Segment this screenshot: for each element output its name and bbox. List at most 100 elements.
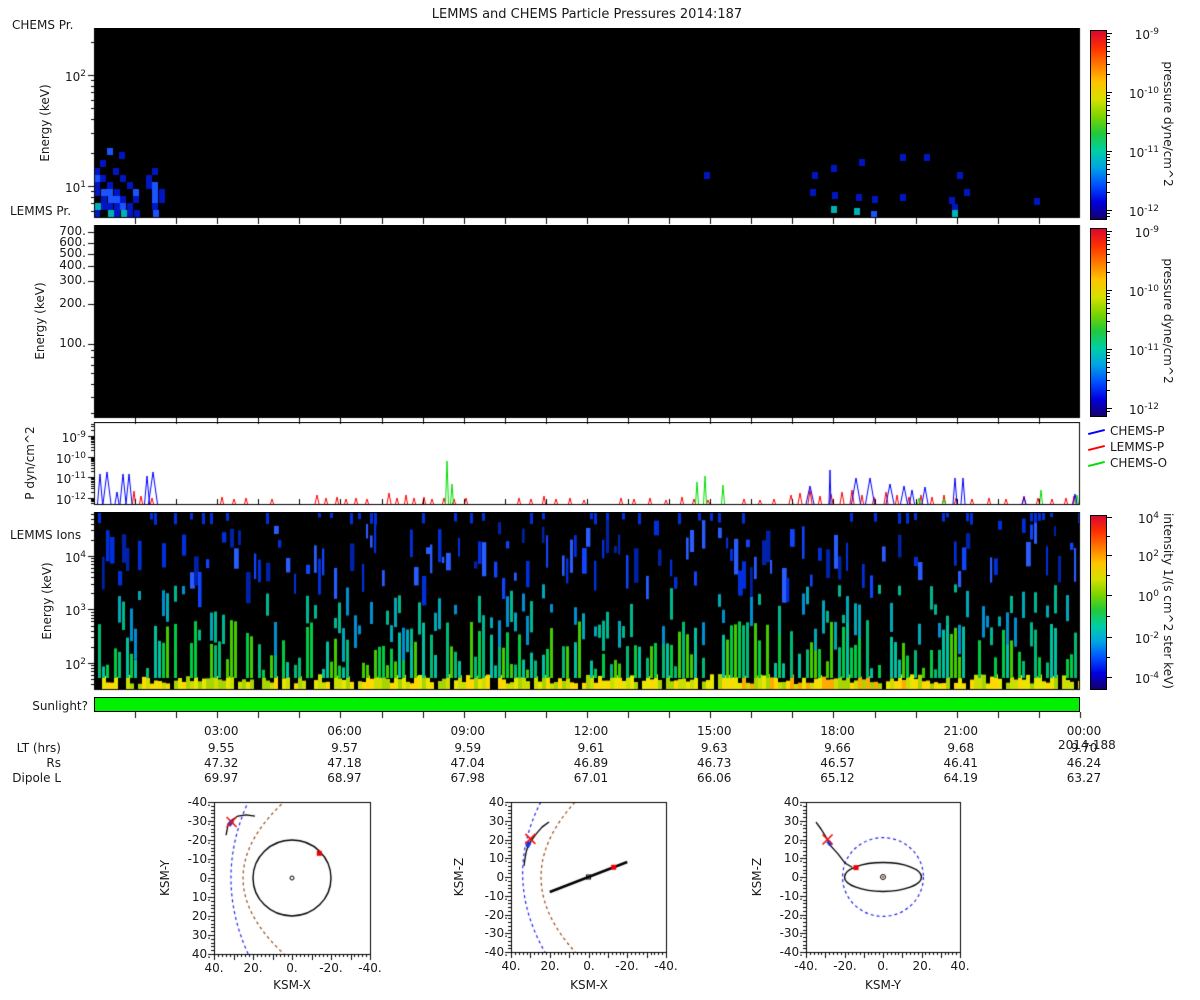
orbit-ytick: -10. xyxy=(779,889,803,903)
lt-value: 9.61 xyxy=(577,741,605,755)
lt-value: 9.70 xyxy=(1070,741,1098,755)
orbit-plot-ksmx-ksmy xyxy=(200,794,380,970)
colorbar-tick xyxy=(1107,290,1112,291)
dipole-l-value: 69.97 xyxy=(204,771,239,785)
time-hour-label: 18:00 xyxy=(820,724,855,738)
dipole-l-value: 67.01 xyxy=(573,771,609,785)
colorbar-tick xyxy=(1107,42,1110,43)
time-hour-label: 21:00 xyxy=(943,724,979,738)
colorbar-tick xyxy=(1107,74,1110,75)
pressure-line-plot xyxy=(86,422,1088,506)
orbit-ytick: 30. xyxy=(783,814,803,828)
colorbar-tick xyxy=(1107,677,1112,678)
panel4-label: LEMMS Ions xyxy=(10,528,82,542)
orbit-xtick: -40. xyxy=(654,959,678,973)
time-hour-label: 12:00 xyxy=(573,724,609,738)
p3-ytick: 10-11 xyxy=(56,471,86,486)
colorbar-tick xyxy=(1107,154,1110,155)
sunlight-label: Sunlight? xyxy=(32,699,88,713)
colorbar-tick xyxy=(1107,123,1110,124)
p4-ytick: 103 xyxy=(64,603,86,618)
cb1-tick-label: 10-12 xyxy=(1129,204,1159,219)
colorbar-tick xyxy=(1107,575,1110,576)
colorbar-tick xyxy=(1107,362,1110,363)
orbit-xtick: 40. xyxy=(950,959,970,973)
colorbar-tick xyxy=(1107,160,1110,161)
cb4-tick-label: 10-4 xyxy=(1134,671,1159,686)
panel2-label: LEMMS Pr. xyxy=(10,204,72,218)
orbit-ytick: 10. xyxy=(191,890,211,904)
colorbar-tick xyxy=(1107,157,1110,158)
colorbar2-label: pressure dyne/cm^2 xyxy=(1161,258,1175,384)
dipole-l-value: 66.06 xyxy=(697,771,732,785)
rs-value: 46.89 xyxy=(573,756,609,770)
colorbar-tick xyxy=(1107,240,1110,241)
p2-ytick: 400. xyxy=(59,258,86,272)
colorbar-tick xyxy=(1107,105,1110,106)
orbit-xtick: 20. xyxy=(540,959,560,973)
orbit-ytick: 0. xyxy=(496,870,508,884)
orbit-xtick: 20. xyxy=(243,961,263,975)
lt-value: 9.55 xyxy=(207,741,235,755)
colorbar-tick xyxy=(1107,536,1110,537)
colorbar-tick xyxy=(1107,46,1110,47)
orbit-ytick: 10. xyxy=(488,851,508,865)
sunlight-bar xyxy=(94,697,1080,712)
cb2-tick-label: 10-11 xyxy=(1129,343,1159,358)
orbit-ytick: -10. xyxy=(187,852,211,866)
colorbar-tick xyxy=(1107,51,1110,52)
colorbar-tick xyxy=(1107,372,1110,373)
colorbar-tick xyxy=(1107,95,1110,96)
legend-line-chems-p xyxy=(1088,428,1105,436)
colorbar-tick xyxy=(1107,213,1110,214)
colorbar-tick xyxy=(1107,555,1112,556)
colorbar-tick xyxy=(1107,293,1110,294)
rs-value: 47.32 xyxy=(204,756,239,770)
colorbar-tick xyxy=(1107,98,1110,99)
colorbar-tick xyxy=(1107,210,1112,211)
lt-value: 9.66 xyxy=(824,741,851,755)
cb4-tick-label: 104 xyxy=(1137,511,1159,526)
p4-ytick: 102 xyxy=(64,657,86,672)
lt-value: 9.57 xyxy=(331,741,358,755)
legend-label-chems-o: CHEMS-O xyxy=(1110,456,1168,470)
colorbar-tick xyxy=(1107,33,1112,34)
orbit-ytick: 20. xyxy=(191,909,211,923)
lemms-pressure-spectrogram xyxy=(86,225,1088,425)
time-hour-label: 09:00 xyxy=(450,724,486,738)
p3-ytick: 10-10 xyxy=(56,451,86,466)
panel1-label: CHEMS Pr. xyxy=(12,18,74,32)
colorbar-tick xyxy=(1107,637,1112,638)
p2-ytick: 200. xyxy=(59,296,86,310)
orbit-ytick: -30. xyxy=(187,814,211,828)
cb1-tick-label: 10-11 xyxy=(1129,145,1159,160)
legend-line-chems-o xyxy=(1088,460,1105,468)
orbit-xtick: -40. xyxy=(358,961,382,975)
orbit-ytick: 0. xyxy=(791,870,803,884)
dipole-l-value: 63.27 xyxy=(1066,771,1102,785)
colorbar-tick xyxy=(1107,36,1110,37)
colorbar-tick xyxy=(1107,101,1110,102)
time-hour-label: 06:00 xyxy=(327,724,362,738)
orbit-ytick: 40. xyxy=(488,795,508,809)
rs-value: 46.41 xyxy=(943,756,978,770)
cb2-tick-label: 10-12 xyxy=(1129,402,1159,417)
colorbar-tick xyxy=(1107,151,1112,152)
colorbar-tick xyxy=(1107,234,1110,235)
panel1-ylabel: Energy (keV) xyxy=(38,84,52,162)
orbit-plot-ksmy-ksmz xyxy=(792,794,972,968)
colorbar-tick xyxy=(1107,595,1112,596)
colorbar-tick xyxy=(1107,237,1110,238)
colorbar-tick xyxy=(1107,303,1110,304)
p1-ytick: 101 xyxy=(64,180,86,195)
orbit-ytick: -40. xyxy=(484,945,508,959)
figure-root: LEMMS and CHEMS Particle Pressures 2014:… xyxy=(0,0,1200,1000)
orbit-xtick: 40. xyxy=(204,961,224,975)
cb4-tick-label: 100 xyxy=(1137,589,1159,604)
colorbar-tick xyxy=(1107,115,1110,116)
dipole-l-value: 67.98 xyxy=(450,771,485,785)
colorbar-tick xyxy=(1107,352,1110,353)
orbit2-ylabel: KSM-Z xyxy=(452,857,466,897)
colorbar-tick xyxy=(1107,380,1110,381)
colorbar-tick xyxy=(1107,321,1110,322)
